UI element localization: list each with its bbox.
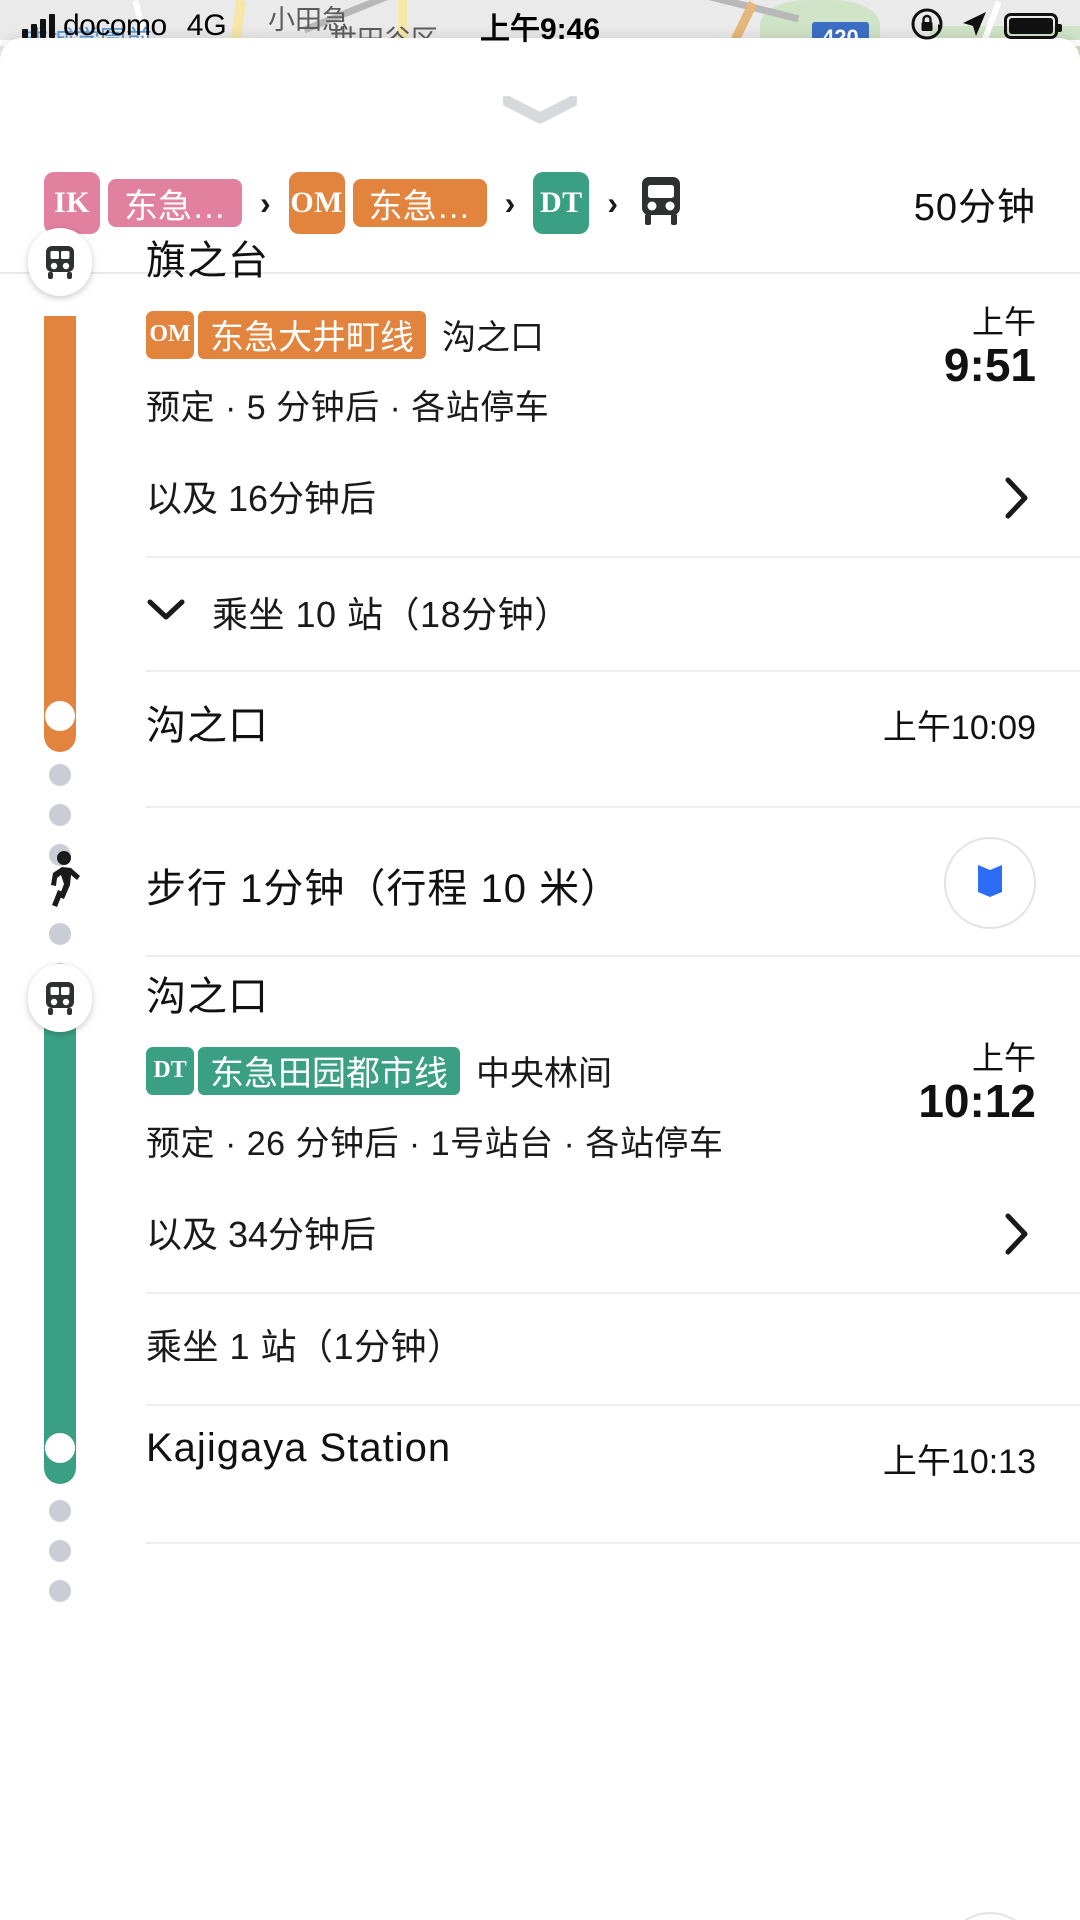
station-row-origin[interactable]: 旗之台 bbox=[146, 228, 269, 286]
timeline-dot bbox=[49, 764, 71, 786]
battery-icon bbox=[1004, 13, 1062, 39]
leg-line-pill-ik[interactable]: 东急… bbox=[108, 179, 242, 227]
bus-icon bbox=[638, 175, 684, 232]
station-name: 旗之台 bbox=[146, 239, 269, 283]
location-arrow-icon bbox=[958, 8, 990, 45]
alt-departures-label: 以及 16分钟后 bbox=[146, 478, 377, 519]
hollow-circle-icon bbox=[45, 1433, 75, 1463]
train-node-icon bbox=[28, 228, 92, 296]
train-node-icon bbox=[28, 964, 92, 1032]
station-time: 上午10:09 bbox=[882, 709, 1036, 747]
transit-meta-dt: 预定 · 26 分钟后 · 1号站台 · 各站停车 bbox=[146, 1125, 724, 1163]
ride-stops-row-dt[interactable]: 乘坐 1 站（1分钟） bbox=[146, 1318, 464, 1370]
transit-line-row-om[interactable]: OM 东急大井町线 沟之口 bbox=[146, 310, 544, 359]
status-bar: docomo 4G 上午9:46 bbox=[0, 0, 1080, 52]
line-name-pill: 东急田园都市线 bbox=[198, 1046, 460, 1095]
carrier-label: docomo bbox=[63, 9, 167, 42]
station-row-arrival-2[interactable]: Kajigaya Station bbox=[146, 1426, 451, 1471]
station-name: Kajigaya Station bbox=[146, 1426, 452, 1470]
chevron-right-icon bbox=[1004, 476, 1030, 525]
walk-label: 步行 1分钟（行程 10 米） bbox=[146, 867, 622, 911]
station-row-transfer[interactable]: 沟之口 bbox=[146, 964, 269, 1022]
row-divider bbox=[146, 1292, 1080, 1294]
ride-stops-label: 乘坐 1 站（1分钟） bbox=[146, 1326, 464, 1367]
departure-time-om: 上午 9:51 bbox=[943, 304, 1036, 391]
timeline-dot bbox=[49, 804, 71, 826]
network-type-label: 4G bbox=[186, 9, 227, 42]
route-detail-sheet: IK 东急… › OM 东急… › DT › 50分钟 旗之台 OM 东急大井町… bbox=[0, 38, 1080, 1920]
leg-code-badge-ik[interactable]: IK bbox=[44, 172, 100, 234]
chevron-right-icon bbox=[1004, 1212, 1030, 1261]
alt-departures-label: 以及 34分钟后 bbox=[146, 1214, 377, 1255]
route-leg-chain: IK 东急… › OM 东急… › DT › bbox=[44, 172, 914, 234]
station-name: 沟之口 bbox=[146, 975, 269, 1019]
status-bar-left: docomo 4G bbox=[22, 9, 227, 43]
timeline-dot bbox=[49, 1500, 71, 1522]
station-row-arrival-1[interactable]: 沟之口 bbox=[146, 693, 269, 751]
station-time: 上午10:13 bbox=[882, 1443, 1036, 1481]
row-divider bbox=[146, 1542, 1080, 1544]
walking-person-icon bbox=[40, 850, 84, 917]
row-divider bbox=[146, 955, 1080, 957]
map-button[interactable] bbox=[944, 837, 1036, 929]
total-duration-label: 50分钟 bbox=[913, 186, 1036, 229]
timeline-dot bbox=[49, 1540, 71, 1562]
chevron-right-icon: › bbox=[504, 184, 516, 221]
status-bar-right bbox=[910, 7, 1062, 46]
map-button[interactable] bbox=[944, 1912, 1036, 1920]
departure-time-dt: 上午 10:12 bbox=[918, 1040, 1036, 1127]
leg-line-pill-om[interactable]: 东急… bbox=[352, 179, 487, 227]
ride-stops-row-om[interactable]: 乘坐 10 站（18分钟） bbox=[146, 586, 571, 638]
alt-departures-row-om[interactable]: 以及 16分钟后 bbox=[146, 470, 1080, 554]
timeline-dot bbox=[49, 923, 71, 945]
line-code-badge: DT bbox=[146, 1046, 194, 1095]
line-name-pill: 东急大井町线 bbox=[198, 310, 426, 359]
walk-row[interactable]: 步行 1分钟（行程 10 米） bbox=[146, 856, 621, 914]
rail-segment-green bbox=[44, 1028, 76, 1468]
row-divider bbox=[146, 670, 1080, 672]
line-code-badge: OM bbox=[146, 310, 194, 359]
timeline-dot bbox=[49, 1580, 71, 1602]
line-destination: 中央林间 bbox=[476, 1055, 612, 1093]
chevron-down-grabber-icon[interactable] bbox=[503, 96, 577, 124]
map-icon bbox=[970, 859, 1010, 908]
ride-stops-label: 乘坐 10 站（18分钟） bbox=[212, 594, 571, 635]
rotation-lock-icon bbox=[910, 7, 944, 46]
row-divider bbox=[146, 1404, 1080, 1406]
row-divider bbox=[146, 556, 1080, 558]
station-name: 沟之口 bbox=[146, 704, 269, 748]
leg-code-badge-dt[interactable]: DT bbox=[533, 172, 590, 234]
alt-departures-row-dt[interactable]: 以及 34分钟后 bbox=[146, 1206, 1080, 1290]
rail-segment-orange bbox=[44, 316, 76, 736]
row-divider bbox=[146, 806, 1080, 808]
leg-code-badge-om[interactable]: OM bbox=[288, 172, 345, 234]
chevron-down-icon bbox=[146, 597, 186, 628]
signal-bars-icon bbox=[22, 14, 55, 38]
chevron-right-icon: › bbox=[607, 184, 618, 221]
hollow-circle-icon bbox=[45, 701, 75, 731]
line-destination: 沟之口 bbox=[442, 319, 544, 357]
transit-meta-om: 预定 · 5 分钟后 · 各站停车 bbox=[146, 389, 550, 427]
transit-directions-screen: 小田急 世田谷区 成城学園前 420 docomo 4G 上午9:46 bbox=[0, 0, 1080, 1920]
chevron-right-icon: › bbox=[260, 184, 271, 221]
transit-line-row-dt[interactable]: DT 东急田园都市线 中央林间 bbox=[146, 1046, 612, 1095]
